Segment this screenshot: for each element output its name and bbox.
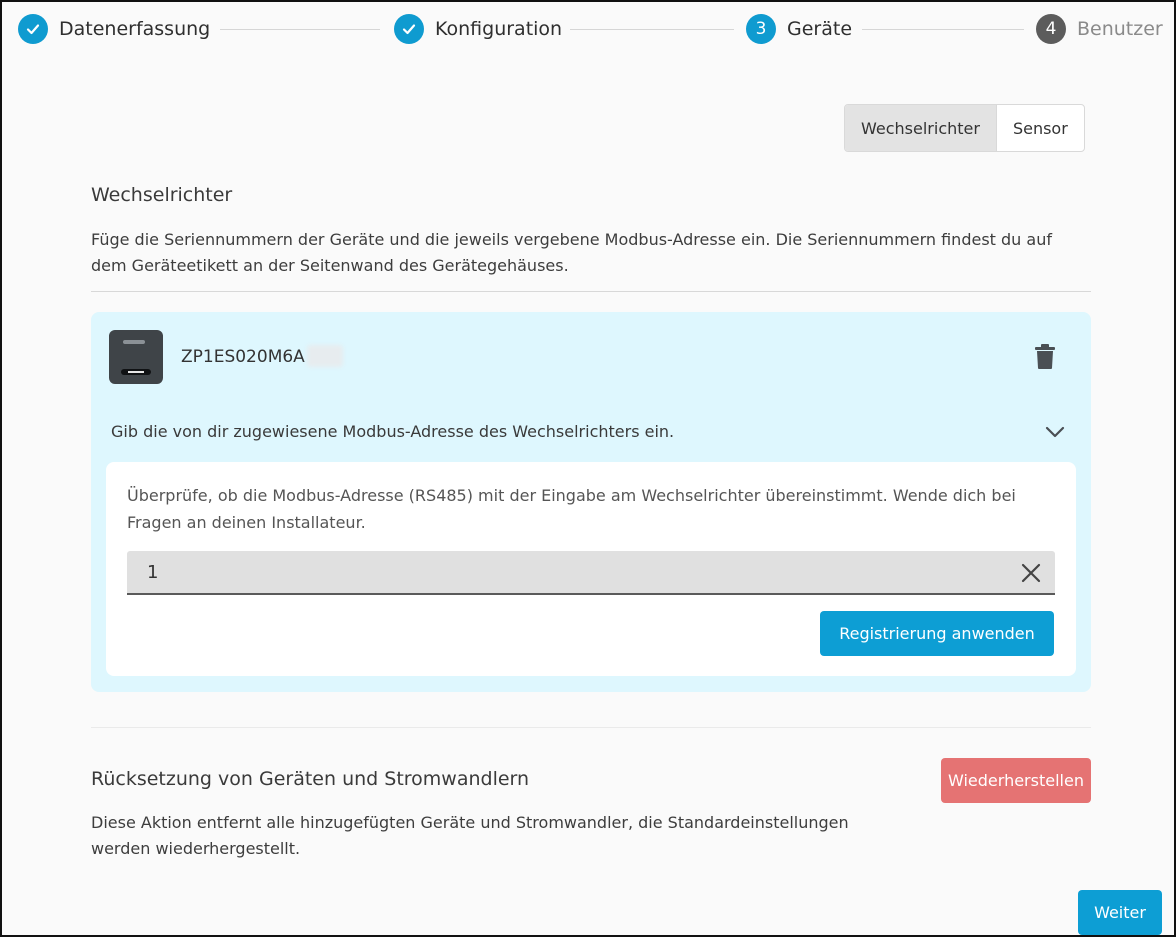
step-number: 4 [1036, 14, 1066, 44]
close-icon[interactable] [1020, 562, 1042, 584]
checkmark-icon [394, 14, 424, 44]
section-title-reset: Rücksetzung von Geräten und Stromwandler… [91, 768, 530, 790]
section-title-inverter: Wechselrichter [91, 184, 233, 206]
modbus-prompt: Gib die von dir zugewiesene Modbus-Adres… [111, 422, 675, 441]
modbus-panel: Überprüfe, ob die Modbus-Adresse (RS485)… [106, 462, 1076, 676]
trash-icon[interactable] [1033, 344, 1057, 370]
section-description-reset: Diese Aktion entfernt alle hinzugefügten… [91, 813, 849, 858]
app-frame: Datenerfassung Konfiguration 3 Geräte 4 … [0, 0, 1176, 937]
chevron-down-icon[interactable] [1043, 420, 1067, 444]
divider [91, 727, 1091, 728]
next-button[interactable]: Weiter [1078, 890, 1162, 935]
toggle-sensor[interactable]: Sensor [997, 105, 1084, 151]
step-connector [570, 29, 734, 30]
step-configuration: Konfiguration [394, 13, 562, 45]
serial-redaction [307, 345, 343, 367]
step-connector [220, 29, 380, 30]
step-devices: 3 Geräte [746, 13, 852, 45]
step-label: Geräte [787, 18, 853, 40]
apply-registration-button[interactable]: Registrierung anwenden [820, 611, 1054, 656]
restore-button[interactable]: Wiederherstellen [941, 758, 1091, 803]
step-data-collection: Datenerfassung [18, 13, 210, 45]
step-label: Konfiguration [435, 18, 563, 40]
device-serial: ZP1ES020M6A [181, 347, 305, 367]
modbus-hint: Überprüfe, ob die Modbus-Adresse (RS485)… [127, 486, 1016, 532]
device-card: ZP1ES020M6A Gib die von dir zugewiesene … [91, 312, 1091, 692]
step-number: 3 [746, 14, 776, 44]
step-label: Benutzer [1077, 18, 1163, 40]
toggle-inverter[interactable]: Wechselrichter [845, 105, 997, 151]
section-description-inverter: Füge die Seriennummern der Geräte und di… [91, 230, 1052, 275]
step-connector [862, 29, 1024, 30]
inverter-image [109, 330, 163, 384]
step-users: 4 Benutzer [1036, 13, 1163, 45]
modbus-address-input[interactable] [127, 551, 1027, 593]
checkmark-icon [18, 14, 48, 44]
step-label: Datenerfassung [59, 18, 211, 40]
divider [91, 291, 1091, 292]
modbus-address-field [127, 551, 1055, 595]
device-type-toggle: Wechselrichter Sensor [844, 104, 1085, 152]
